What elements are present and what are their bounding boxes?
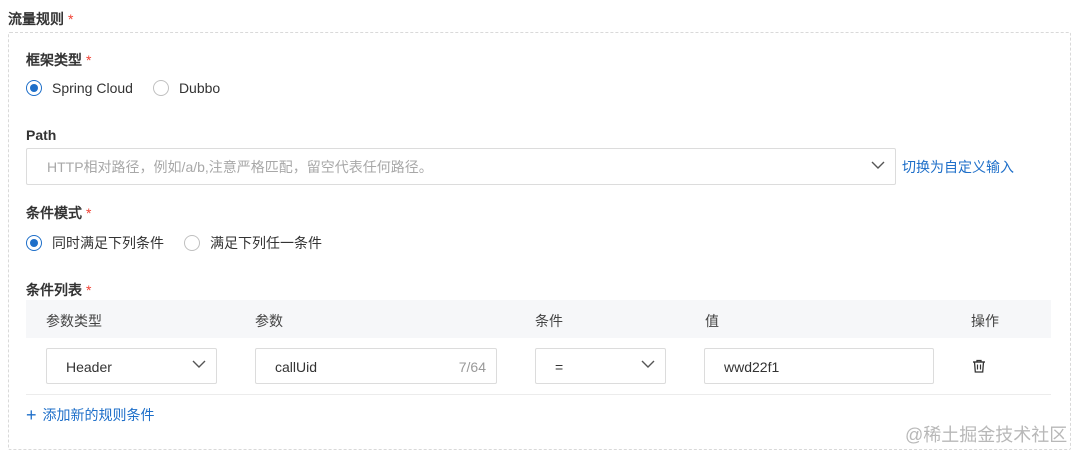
framework-label: 框架类型 * [26,50,91,70]
condition-list-label-text: 条件列表 [26,282,82,298]
required-mark: * [68,11,74,27]
trash-icon[interactable] [971,358,987,374]
value-input[interactable]: wwd22f1 [704,348,934,384]
switch-custom-input-link[interactable]: 切换为自定义输入 [902,157,1014,177]
chevron-down-icon[interactable] [641,357,655,371]
radio-label: 满足下列任一条件 [210,235,322,251]
add-rule-condition-button[interactable]: + 添加新的规则条件 [26,405,155,425]
char-counter: 7/64 [458,359,486,375]
add-rule-label: 添加新的规则条件 [42,407,155,423]
condition-table-header: 参数类型 参数 条件 值 操作 [26,300,1051,338]
column-header: 参数类型 [46,313,102,329]
radio-dubbo[interactable]: Dubbo [152,80,221,96]
chevron-down-icon[interactable] [192,357,206,371]
radio-label: 同时满足下列条件 [52,235,164,251]
column-header: 参数 [255,313,283,329]
radio-unchecked-icon[interactable] [184,235,200,251]
param-type-value: Header [66,359,112,375]
param-type-select[interactable]: Header [46,348,217,384]
condition-list-label: 条件列表 * [26,280,91,300]
column-header: 操作 [971,313,999,329]
column-header: 条件 [535,313,563,329]
condition-select[interactable]: = [535,348,666,384]
param-value: callUid [275,359,318,375]
condition-value: = [555,359,564,375]
chevron-down-icon[interactable] [871,158,885,172]
path-placeholder: HTTP相对路径，例如/a/b,注意严格匹配，留空代表任何路径。 [47,158,433,175]
condition-mode-label-text: 条件模式 [26,205,82,221]
radio-unchecked-icon[interactable] [152,80,169,96]
param-input[interactable]: callUid 7/64 [255,348,497,384]
path-label: Path [26,127,57,143]
required-mark: * [86,282,92,298]
radio-any-condition[interactable]: 满足下列任一条件 [184,233,322,253]
radio-checked-icon[interactable] [26,80,42,96]
radio-all-conditions[interactable]: 同时满足下列条件 [26,233,164,253]
column-header: 值 [705,313,719,329]
value-text: wwd22f1 [724,359,780,375]
path-select[interactable]: HTTP相对路径，例如/a/b,注意严格匹配，留空代表任何路径。 [26,148,896,185]
watermark: @稀土掘金技术社区 [905,425,1068,445]
framework-label-text: 框架类型 [26,52,82,68]
condition-mode-label: 条件模式 * [26,203,91,223]
required-mark: * [86,52,92,68]
plus-icon: + [26,405,37,425]
radio-label: Spring Cloud [52,80,133,96]
radio-spring-cloud[interactable]: Spring Cloud [26,80,133,96]
radio-checked-icon[interactable] [26,235,42,251]
section-title: 流量规则 * [8,9,73,29]
radio-label: Dubbo [178,80,221,96]
framework-radio-group: Spring Cloud Dubbo [26,80,240,96]
row-divider [26,394,1051,395]
condition-mode-radio-group: 同时满足下列条件 满足下列任一条件 [26,233,342,253]
section-title-text: 流量规则 [8,11,64,27]
required-mark: * [86,205,92,221]
